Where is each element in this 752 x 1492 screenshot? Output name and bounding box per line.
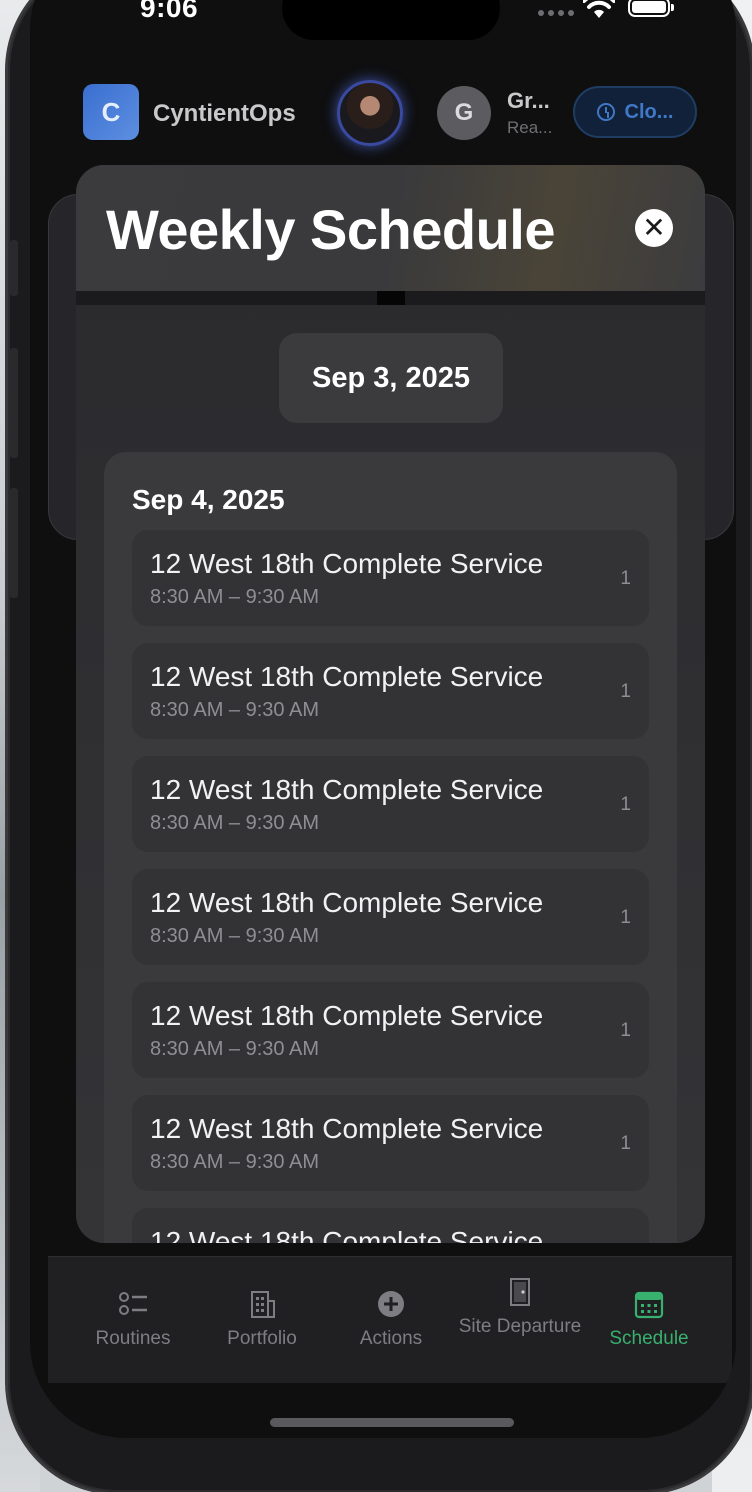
- clock-in-button[interactable]: Clo...: [573, 86, 697, 138]
- task-name: 12 West 18th Complete Service: [150, 1000, 544, 1031]
- user-name[interactable]: Gr...: [507, 88, 550, 114]
- tab-actions[interactable]: Actions: [326, 1257, 456, 1383]
- task-name: 12 West 18th Complete Service: [150, 774, 544, 805]
- checklist-icon: [119, 1292, 147, 1315]
- tab-label: Schedule: [609, 1328, 689, 1349]
- home-indicator: [270, 1418, 514, 1427]
- door-icon: [510, 1278, 530, 1306]
- tab-portfolio[interactable]: Portfolio: [197, 1257, 327, 1383]
- tab-label: Portfolio: [227, 1328, 297, 1349]
- task-time: 8:30 AM – 9:30 AM: [150, 1151, 319, 1173]
- clock-button-label: Clo...: [624, 100, 674, 123]
- tab-label: Actions: [359, 1328, 423, 1349]
- battery-icon: [628, 0, 674, 17]
- selected-date-chip[interactable]: Sep 3, 2025: [279, 333, 503, 423]
- tab-bar: Routines Portfolio Actions Site Departur…: [48, 1256, 732, 1383]
- task-count: 1: [620, 907, 631, 928]
- calendar-icon: [634, 1291, 664, 1319]
- user-subtitle: Rea...: [507, 118, 553, 137]
- task-count: 1: [620, 1020, 631, 1041]
- task-time: 8:30 AM – 9:30 AM: [150, 1038, 319, 1060]
- task-name: 12 West 18th Complete Service: [150, 1113, 544, 1144]
- profile-avatar[interactable]: [337, 80, 403, 146]
- task-row[interactable]: 12 West 18th Complete Service: [132, 1208, 649, 1243]
- status-time: 9:06: [140, 0, 199, 23]
- divider-notch: [377, 291, 405, 305]
- task-count: 1: [620, 681, 631, 702]
- app-logo: C: [83, 84, 139, 140]
- task-time: 8:30 AM – 9:30 AM: [150, 925, 319, 947]
- weekly-schedule-sheet: Weekly Schedule ✕ Sep 3, 2025 Sep 4, 202…: [76, 165, 705, 1243]
- task-row[interactable]: 12 West 18th Complete Service 8:30 AM – …: [132, 869, 649, 965]
- cellular-signal-icon: [538, 10, 574, 16]
- task-name: 12 West 18th Complete Service: [150, 887, 544, 918]
- day-title: Sep 4, 2025: [132, 484, 285, 515]
- tab-label: Site Departure: [458, 1316, 582, 1337]
- task-row[interactable]: 12 West 18th Complete Service 8:30 AM – …: [132, 1095, 649, 1191]
- task-count: 1: [620, 794, 631, 815]
- phone-frame: 9:06 C CyntientOps G Gr... Rea... Clo...: [8, 0, 752, 1492]
- task-name: 12 West 18th Complete Service: [150, 548, 544, 579]
- sheet-header: Weekly Schedule ✕: [76, 165, 705, 291]
- task-count: 1: [620, 1133, 631, 1154]
- user-initial-avatar[interactable]: G: [437, 86, 491, 140]
- tab-routines[interactable]: Routines: [68, 1257, 198, 1383]
- task-row[interactable]: 12 West 18th Complete Service 8:30 AM – …: [132, 530, 649, 626]
- task-time: 8:30 AM – 9:30 AM: [150, 586, 319, 608]
- tab-schedule[interactable]: Schedule: [584, 1257, 714, 1383]
- phone-side-button: [10, 348, 18, 458]
- sheet-title: Weekly Schedule: [106, 198, 556, 261]
- plus-circle-icon: [378, 1291, 404, 1317]
- task-row[interactable]: 12 West 18th Complete Service 8:30 AM – …: [132, 643, 649, 739]
- tab-label: Routines: [95, 1328, 171, 1349]
- task-row[interactable]: 12 West 18th Complete Service 8:30 AM – …: [132, 982, 649, 1078]
- task-count: 1: [620, 568, 631, 589]
- task-time: 8:30 AM – 9:30 AM: [150, 812, 319, 834]
- phone-screen: 9:06 C CyntientOps G Gr... Rea... Clo...: [30, 0, 736, 1438]
- task-name: 12 West 18th Complete Service: [150, 661, 544, 692]
- wifi-icon: [583, 0, 615, 18]
- phone-side-button: [10, 240, 18, 296]
- app-header: C CyntientOps G Gr... Rea... Clo...: [30, 74, 736, 156]
- task-row[interactable]: 12 West 18th Complete Service 8:30 AM – …: [132, 756, 649, 852]
- day-card: Sep 4, 2025 12 West 18th Complete Servic…: [104, 452, 677, 1243]
- app-name: CyntientOps: [153, 100, 296, 127]
- tab-site-departure[interactable]: Site Departure: [455, 1257, 585, 1383]
- task-time: 8:30 AM – 9:30 AM: [150, 699, 319, 721]
- close-button[interactable]: ✕: [635, 209, 673, 247]
- clock-icon: [596, 103, 615, 121]
- phone-side-button: [10, 488, 18, 598]
- building-icon: [251, 1291, 275, 1318]
- task-name: 12 West 18th Complete Service: [150, 1226, 544, 1243]
- dynamic-island: [282, 0, 500, 40]
